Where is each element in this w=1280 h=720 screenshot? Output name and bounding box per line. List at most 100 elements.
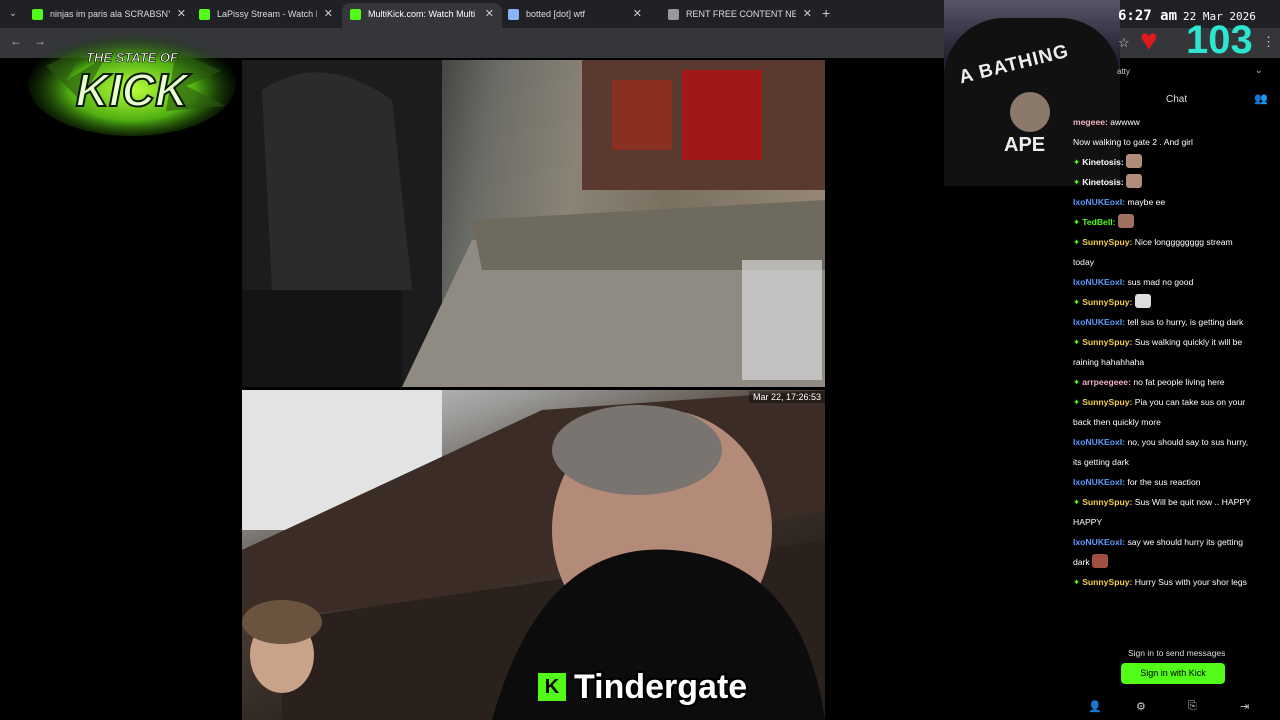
chat-username[interactable]: SunnySpuy: (1082, 577, 1135, 587)
chat-message: IxoNUKEoxI: sus mad no good (1073, 272, 1273, 292)
chat-username[interactable]: Kinetosis: (1082, 157, 1126, 167)
chat-username[interactable]: SunnySpuy: (1082, 297, 1135, 307)
chat-message: ✦ SunnySpuy: (1073, 292, 1273, 312)
tab-favicon-icon (508, 9, 519, 20)
svg-text:THE STATE OF: THE STATE OF (86, 50, 179, 65)
tab-title: botted [dot] wtf (526, 9, 586, 19)
clock: 6:27 am (1118, 8, 1178, 24)
chat-message: IxoNUKEoxI: no, you should say to sus hu… (1073, 432, 1273, 452)
chat-text: no fat people living here (1133, 377, 1225, 387)
browser-tab[interactable]: MultiKick.com: Watch Multi ✕ (342, 3, 502, 28)
tab-close-icon[interactable]: ✕ (633, 7, 642, 20)
chat-username[interactable]: SunnySpuy: (1082, 337, 1135, 347)
tab-title: RENT FREE CONTENT NETWOR (686, 9, 796, 19)
tab-search-chevron-icon[interactable]: ⌄ (4, 5, 22, 23)
sub-badge-icon: ✦ (1073, 297, 1081, 307)
chat-text: say we should hurry its getting (1127, 537, 1244, 547)
chat-message: ✦ Kinetosis: (1073, 152, 1273, 172)
browser-tab[interactable]: LaPissy Stream - Watch Live on ✕ (191, 3, 341, 28)
sub-badge-icon: ✦ (1073, 577, 1081, 587)
chat-text: Now walking to gate 2 . And girl (1073, 137, 1193, 147)
chat-message: Now walking to gate 2 . And girl (1073, 132, 1273, 152)
chat-message: ✦ Kinetosis: (1073, 172, 1273, 192)
chat-username[interactable]: arrpeegeee: (1082, 377, 1133, 387)
chat-text: back then quickly more (1073, 417, 1161, 427)
tab-favicon-icon (199, 9, 210, 20)
tab-favicon-icon (350, 9, 361, 20)
signin-with-kick-button[interactable]: Sign in with Kick (1121, 663, 1225, 684)
tab-close-icon[interactable]: ✕ (803, 7, 812, 20)
bookmark-star-icon[interactable]: ☆ (1118, 35, 1130, 51)
chat-message: ✦ SunnySpuy: Hurry Sus with your shor leg… (1073, 572, 1273, 592)
new-tab-button[interactable]: + (822, 5, 830, 21)
chat-text: Hurry Sus with your shor legs (1134, 577, 1247, 587)
chat-title: Chat (1166, 94, 1188, 105)
chat-username[interactable]: SunnySpuy: (1082, 237, 1135, 247)
chat-message: raining hahahhaha (1073, 352, 1273, 372)
chat-text: dark (1073, 557, 1093, 567)
sub-badge-icon: ✦ (1073, 237, 1081, 247)
chat-text: awwww (1110, 117, 1140, 127)
popout-icon[interactable]: ⎘ (1188, 700, 1197, 713)
tab-close-icon[interactable]: ✕ (177, 7, 186, 20)
chat-text: its getting dark (1073, 457, 1129, 467)
sub-badge-icon: ✦ (1073, 177, 1081, 187)
add-user-icon[interactable]: 👤 (1088, 700, 1102, 713)
chat-username[interactable]: TedBell: (1082, 217, 1118, 227)
chat-message: dark (1073, 552, 1273, 572)
chat-username[interactable]: Kinetosis: (1082, 177, 1126, 187)
tab-close-icon[interactable]: ✕ (485, 7, 494, 20)
chat-username[interactable]: SunnySpuy: (1082, 497, 1135, 507)
browser-menu-icon[interactable]: ⋮ (1262, 34, 1275, 50)
browser-tab[interactable]: ninjas im paris ala SCRABSNYC ✕ (24, 3, 194, 28)
chat-text: Sus Will be quit now .. HAPPY (1134, 497, 1251, 507)
settings-icon[interactable]: ⚙ (1136, 700, 1146, 713)
chat-dropdown-icon[interactable]: ⌄ (1255, 65, 1263, 76)
tab-close-icon[interactable]: ✕ (324, 7, 333, 20)
chat-username[interactable]: IxoNUKEoxI: (1073, 317, 1127, 327)
chat-text: no, you should say to sus hurry, (1127, 437, 1249, 447)
users-icon[interactable]: 👥 (1254, 92, 1268, 105)
caption-overlay: K Tindergate (538, 668, 747, 706)
kick-logo-icon: K (538, 673, 566, 701)
video-frame-top (242, 60, 825, 387)
chat-message: ✦ SunnySpuy: Nice longggggggg stream (1073, 232, 1273, 252)
chat-username[interactable]: IxoNUKEoxI: (1073, 437, 1127, 447)
signin-prompt: Sign in to send messages (1128, 648, 1226, 658)
tab-title: ninjas im paris ala SCRABSNYC (50, 9, 170, 19)
chat-message: ✦ TedBell: (1073, 212, 1273, 232)
chat-username[interactable]: megeee: (1073, 117, 1110, 127)
browser-tab[interactable]: botted [dot] wtf ✕ (500, 3, 650, 28)
ape-graphic (1010, 92, 1050, 132)
chat-text: Nice longggggggg stream (1134, 237, 1233, 247)
stream-video-top[interactable] (242, 60, 825, 387)
chat-text: raining hahahhaha (1073, 357, 1145, 367)
chat-message: ✦ SunnySpuy: Sus walking quickly it will … (1073, 332, 1273, 352)
tab-title: MultiKick.com: Watch Multi (368, 9, 476, 19)
chat-message: IxoNUKEoxI: for the sus reaction (1073, 472, 1273, 492)
browser-tab[interactable]: RENT FREE CONTENT NETWOR ✕ (660, 3, 820, 28)
chat-message: ✦ SunnySpuy: Sus Will be quit now .. HAPP… (1073, 492, 1273, 512)
chat-message-list: megeee: awwww Now walking to gate 2 . An… (1073, 112, 1273, 592)
chat-text: maybe ee (1127, 197, 1166, 207)
viewer-count: 103 (1186, 18, 1253, 62)
chat-text: for the sus reaction (1127, 477, 1201, 487)
chat-message: ✦ SunnySpuy: Pia you can take sus on your (1073, 392, 1273, 412)
chat-username[interactable]: IxoNUKEoxI: (1073, 477, 1127, 487)
sub-badge-icon: ✦ (1073, 217, 1081, 227)
chat-username[interactable]: IxoNUKEoxI: (1073, 197, 1127, 207)
chat-username[interactable]: IxoNUKEoxI: (1073, 277, 1127, 287)
emote-icon (1117, 214, 1134, 228)
back-icon[interactable]: ← (10, 34, 22, 48)
state-of-kick-logo: THE STATE OF KICK (28, 32, 236, 136)
sub-badge-icon: ✦ (1073, 377, 1081, 387)
exit-icon[interactable]: ⇥ (1240, 700, 1249, 713)
chat-text: sus mad no good (1127, 277, 1194, 287)
tab-favicon-icon (668, 9, 679, 20)
chat-username[interactable]: IxoNUKEoxI: (1073, 537, 1127, 547)
shirt-text-bottom: APE (1004, 134, 1046, 156)
chat-message: today (1073, 252, 1273, 272)
tab-favicon-icon (32, 9, 43, 20)
chat-username[interactable]: SunnySpuy: (1082, 397, 1135, 407)
chat-message: HAPPY (1073, 512, 1273, 532)
